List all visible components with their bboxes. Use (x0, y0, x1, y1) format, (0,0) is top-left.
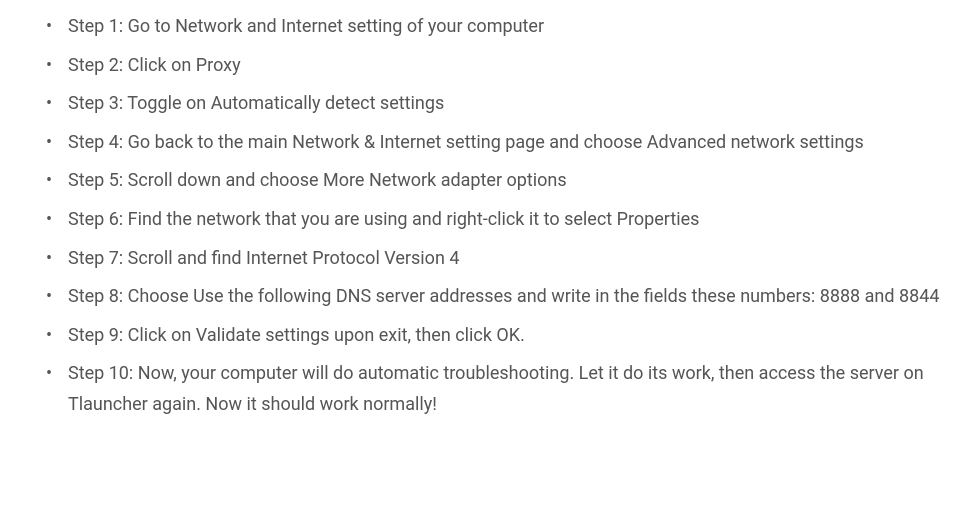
list-item: Step 6: Find the network that you are us… (50, 205, 950, 236)
list-item: Step 10: Now, your computer will do auto… (50, 359, 950, 420)
list-item: Step 9: Click on Validate settings upon … (50, 321, 950, 352)
list-item: Step 4: Go back to the main Network & In… (50, 128, 950, 159)
list-item: Step 8: Choose Use the following DNS ser… (50, 282, 950, 313)
list-item: Step 1: Go to Network and Internet setti… (50, 12, 950, 43)
list-item: Step 2: Click on Proxy (50, 51, 950, 82)
list-item: Step 7: Scroll and find Internet Protoco… (50, 244, 950, 275)
steps-list: Step 1: Go to Network and Internet setti… (20, 12, 952, 421)
list-item: Step 3: Toggle on Automatically detect s… (50, 89, 950, 120)
list-item: Step 5: Scroll down and choose More Netw… (50, 166, 950, 197)
